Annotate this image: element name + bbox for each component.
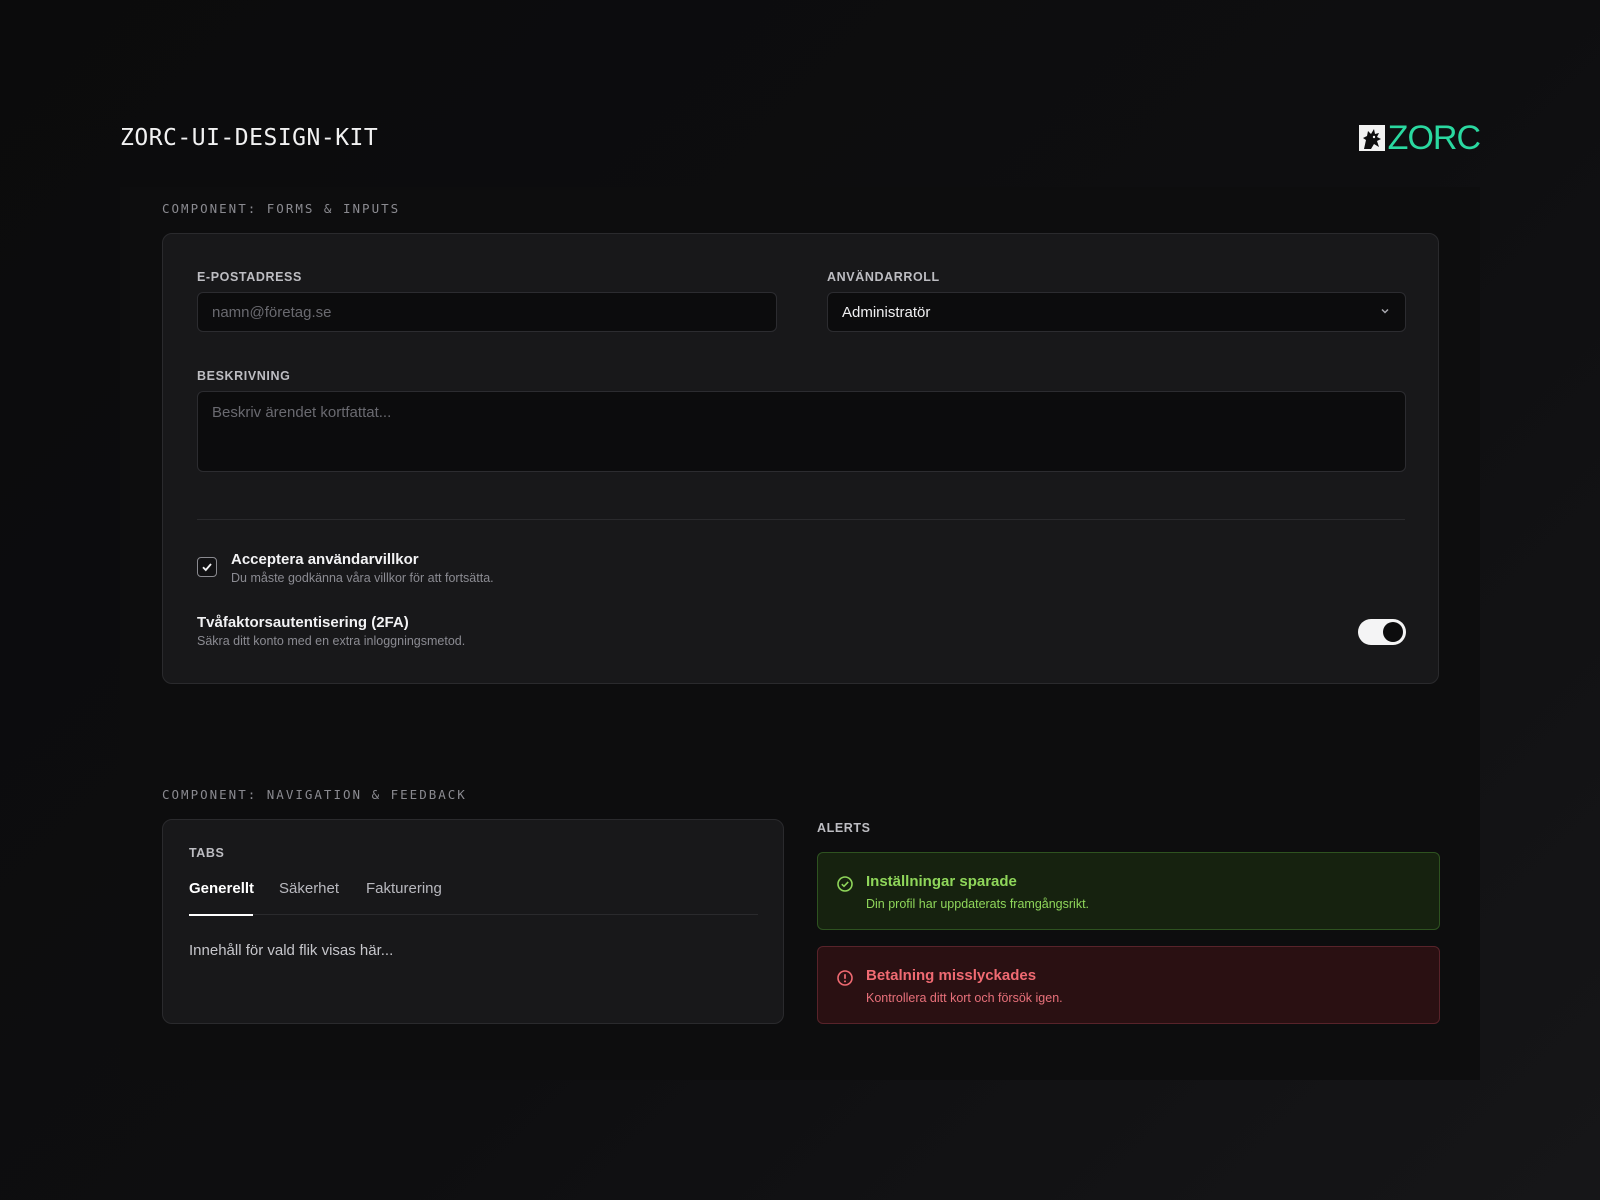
two-factor-toggle[interactable] (1358, 619, 1406, 645)
error-alert-title: Betalning misslyckades (866, 967, 1037, 984)
main-panel: COMPONENT: FORMS & INPUTS E-POSTADRESS n… (120, 187, 1480, 1080)
two-factor-subtitle: Säkra ditt konto med en extra inloggning… (197, 634, 466, 648)
tab-label: Generellt (189, 880, 255, 897)
toggle-knob (1383, 622, 1403, 642)
success-alert-message: Din profil har uppdaterats framgångsrikt… (866, 897, 1090, 911)
page-title: ZORC-UI-DESIGN-KIT (120, 125, 379, 151)
role-select[interactable]: Administratör (827, 292, 1406, 332)
checkmark-icon (202, 563, 212, 572)
section-label-navigation: COMPONENT: NAVIGATION & FEEDBACK (162, 787, 467, 802)
success-alert-title: Inställningar sparade (866, 873, 1017, 890)
tab-sakerhet[interactable]: Säkerhet (279, 880, 339, 915)
alerts-label: ALERTS (817, 821, 871, 835)
error-alert-message: Kontrollera ditt kort och försök igen. (866, 991, 1063, 1005)
forms-card: E-POSTADRESS namn@företag.se ANVÄNDARROL… (162, 233, 1439, 684)
email-label: E-POSTADRESS (197, 270, 302, 284)
terms-title: Acceptera användarvillkor (231, 551, 419, 568)
description-label: BESKRIVNING (197, 369, 291, 383)
logo-text: ZORC (1387, 119, 1481, 157)
tab-label: Fakturering (366, 880, 442, 897)
tabs-card: TABS Generellt Säkerhet Fakturering Inne… (162, 819, 784, 1024)
zorc-logo: ZORC (1358, 119, 1481, 157)
alert-circle-icon (836, 969, 854, 987)
success-alert: Inställningar sparade Din profil har upp… (817, 852, 1440, 930)
terms-checkbox[interactable] (197, 557, 217, 577)
role-selected-value: Administratör (842, 303, 931, 321)
role-label: ANVÄNDARROLL (827, 270, 940, 284)
chevron-down-icon (1379, 304, 1391, 321)
tab-content: Innehåll för vald flik visas här... (189, 942, 394, 959)
check-circle-icon (836, 875, 854, 893)
section-label-forms: COMPONENT: FORMS & INPUTS (162, 201, 401, 216)
tabs-row: Generellt Säkerhet Fakturering (189, 880, 758, 916)
active-tab-indicator (189, 914, 253, 916)
terms-subtitle: Du måste godkänna våra villkor för att f… (231, 571, 494, 585)
page-header: ZORC-UI-DESIGN-KIT ZORC (120, 118, 1481, 158)
two-factor-title: Tvåfaktorsautentisering (2FA) (197, 614, 409, 631)
description-placeholder: Beskriv ärendet kortfattat... (212, 404, 392, 421)
wolf-logo-icon (1358, 125, 1385, 151)
divider (197, 519, 1405, 520)
tab-label: Säkerhet (279, 880, 340, 897)
error-alert: Betalning misslyckades Kontrollera ditt … (817, 946, 1440, 1024)
description-textarea[interactable]: Beskriv ärendet kortfattat... (197, 391, 1406, 472)
tab-fakturering[interactable]: Fakturering (366, 880, 442, 915)
email-placeholder: namn@företag.se (212, 303, 332, 321)
tab-generellt[interactable]: Generellt (189, 880, 255, 916)
tabs-label: TABS (189, 846, 225, 860)
email-field[interactable]: namn@företag.se (197, 292, 777, 332)
